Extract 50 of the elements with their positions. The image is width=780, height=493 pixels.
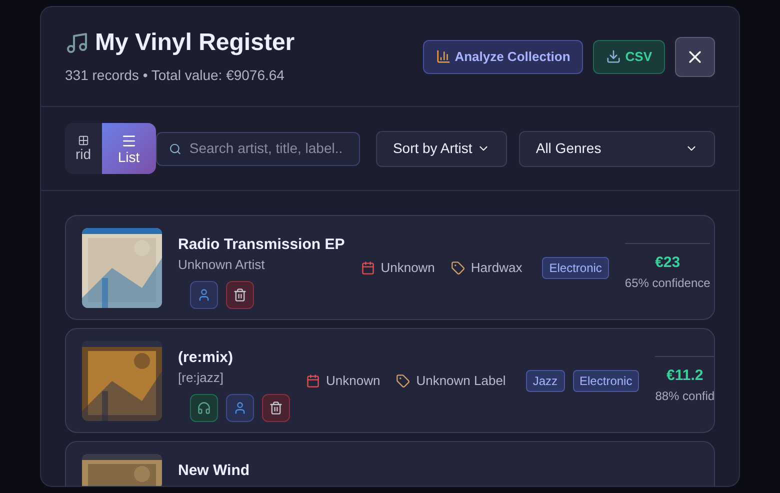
view-tab[interactable]: rid (65, 123, 102, 174)
price-estimate: €23 (655, 252, 680, 273)
genre-tag: Electronic (572, 370, 640, 392)
tag-icon (450, 260, 465, 274)
calendar-icon (306, 374, 320, 388)
record-year: Unknown (380, 258, 435, 277)
record-title: Radio Transmission EP (178, 235, 345, 255)
record-year: Unknown (326, 372, 380, 390)
headphones-icon (197, 401, 211, 415)
tag-icon (396, 374, 410, 388)
record-title: New Wind (178, 461, 250, 481)
dialog-title: My Vinyl Register (95, 28, 295, 58)
artist-button[interactable] (226, 394, 254, 422)
record-card[interactable]: Radio Transmission EP Unknown Artist Unknown Hardwax Electronic €23 65% confidence (65, 215, 715, 320)
delete-button[interactable] (226, 281, 254, 309)
csv-button[interactable]: CSV (593, 40, 665, 74)
collection-summary: 331 records • Total value: €9076.64 (65, 66, 286, 85)
record-title: (re:mix) (178, 348, 234, 368)
view-tab[interactable]: List (102, 123, 156, 174)
search-field[interactable]: Search artist, title, label.. (156, 132, 360, 166)
search-icon (168, 142, 182, 156)
calendar-icon (360, 260, 375, 274)
sort-select[interactable]: Sort by Artist (376, 130, 507, 166)
record-label: Unknown Label (416, 372, 506, 390)
genre-select[interactable]: All Genres (518, 130, 716, 166)
confidence-text: 88% confid (655, 388, 714, 406)
record-card[interactable]: (re:mix) [re:jazz] Unknown Unknown Label Jazz Electronic €11.2 88% confid (65, 328, 715, 433)
record-artist: Unknown Artist (178, 257, 266, 273)
close-button[interactable] (675, 36, 715, 76)
record-label: Hardwax (470, 258, 522, 277)
person-icon (233, 401, 247, 415)
delete-button[interactable] (262, 394, 290, 422)
bar-chart-icon (436, 49, 451, 64)
price-estimate: €11.2 (666, 366, 704, 386)
person-icon (197, 288, 211, 302)
analyze-button[interactable]: Analyze Collection (422, 40, 584, 74)
download-icon (606, 49, 622, 64)
record-card[interactable]: New Wind (65, 441, 715, 486)
record-artist: [re:jazz] (178, 370, 225, 386)
trash-icon (269, 401, 283, 415)
search-input[interactable]: Search artist, title, label.. (189, 138, 347, 159)
genre-tag: Jazz (526, 370, 565, 392)
menu-icon (120, 132, 137, 148)
listen-button[interactable] (190, 394, 218, 422)
genre-tag: Electronic (542, 256, 609, 278)
confidence-text: 65% confidence (624, 275, 710, 292)
artist-button[interactable] (190, 281, 218, 309)
music-note-icon (65, 31, 89, 55)
grid-icon (78, 135, 89, 146)
trash-icon (233, 288, 247, 302)
